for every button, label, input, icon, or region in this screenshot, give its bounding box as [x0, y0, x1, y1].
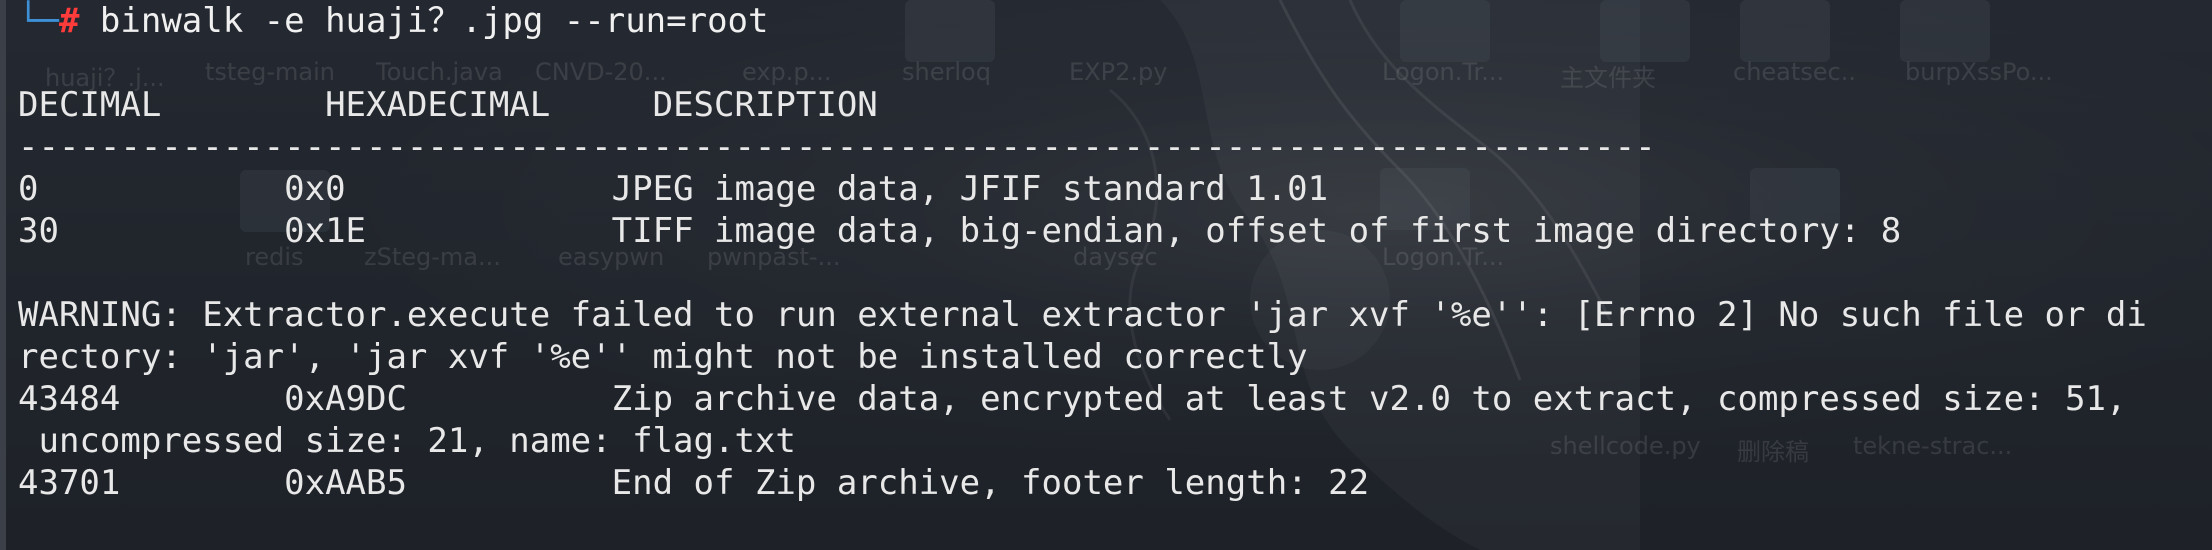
- table-row-continued: uncompressed size: 21, name: flag.txt: [18, 421, 796, 461]
- header-decimal: DECIMAL: [18, 85, 162, 125]
- terminal-window[interactable]: huaji？.j... tsteg-main Touch.java CNVD-2…: [0, 0, 2212, 550]
- table-row: 43484 0xA9DC Zip archive data, encrypted…: [18, 378, 2147, 420]
- table-row: 0 0x0 JPEG image data, JFIF standard 1.0…: [18, 168, 2147, 210]
- row-decimal: 0: [18, 169, 39, 209]
- prompt-symbol: #: [58, 1, 80, 41]
- row-decimal: 43701: [18, 463, 121, 503]
- row-description: Zip archive data, encrypted at least v2.…: [611, 379, 2127, 419]
- header-description: DESCRIPTION: [652, 85, 878, 125]
- prompt-line[interactable]: └─# binwalk -e huaji？.jpg --run=root: [18, 0, 2147, 42]
- row-decimal: 43484: [18, 379, 121, 419]
- header-hexadecimal: HEXADECIMAL: [325, 85, 551, 125]
- row-description: End of Zip archive, footer length: 22: [611, 463, 1370, 503]
- row-hex: 0x1E: [284, 211, 367, 251]
- terminal-output[interactable]: └─# binwalk -e huaji？.jpg --run=root DEC…: [18, 0, 2147, 504]
- row-decimal: 30: [18, 211, 59, 251]
- table-row: 30 0x1E TIFF image data, big-endian, off…: [18, 210, 2147, 252]
- table-separator: ----------------------------------------…: [18, 127, 1656, 167]
- prompt-corner: └─: [18, 1, 59, 41]
- row-description: JPEG image data, JFIF standard 1.01: [611, 169, 1329, 209]
- table-header-row: DECIMAL HEXADECIMAL DESCRIPTION: [18, 84, 2147, 126]
- warning-line-continued: rectory: 'jar', 'jar xvf '%e'' might not…: [18, 337, 1308, 377]
- row-hex: 0x0: [284, 169, 346, 209]
- table-row: 43701 0xAAB5 End of Zip archive, footer …: [18, 462, 2147, 504]
- row-description: TIFF image data, big-endian, offset of f…: [611, 211, 1902, 251]
- warning-line: WARNING: Extractor.execute failed to run…: [18, 295, 2147, 335]
- command-text: binwalk -e huaji？.jpg --run=root: [99, 1, 769, 41]
- row-hex: 0xAAB5: [284, 463, 407, 503]
- row-hex: 0xA9DC: [284, 379, 407, 419]
- terminal-left-border: [0, 0, 6, 550]
